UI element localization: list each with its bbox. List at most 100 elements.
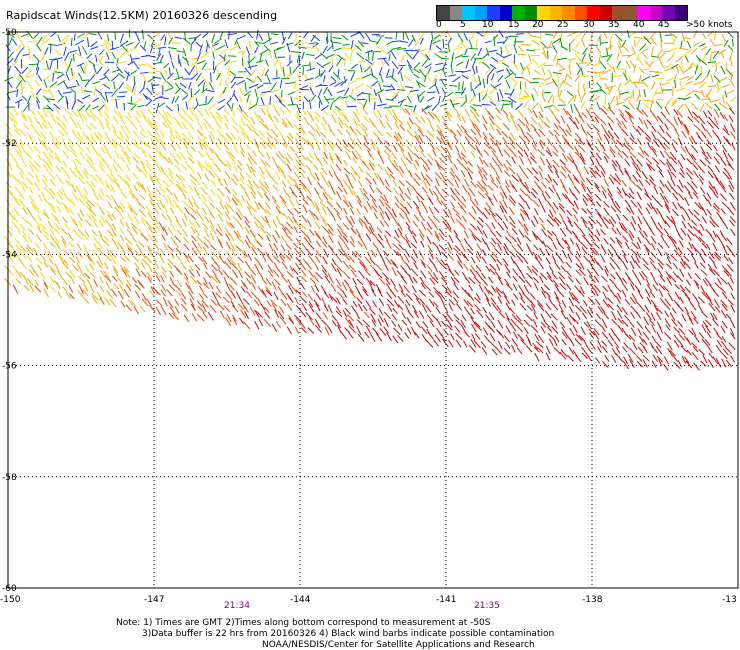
wind-barb xyxy=(336,213,342,220)
wind-barb xyxy=(463,230,469,239)
wind-barb xyxy=(30,123,36,130)
wind-barb xyxy=(138,282,145,289)
wind-barb xyxy=(234,37,239,46)
wind-barb xyxy=(700,46,708,51)
wind-barb xyxy=(487,110,494,120)
wind-barb xyxy=(594,165,600,172)
wind-barb xyxy=(442,338,449,348)
longitude-label: -147 xyxy=(144,595,164,605)
wind-barb xyxy=(230,290,236,299)
wind-barb xyxy=(112,275,118,282)
wind-barb xyxy=(504,264,511,273)
wind-barb xyxy=(625,69,627,77)
wind-barb xyxy=(686,337,692,346)
wind-barb xyxy=(578,139,585,146)
wind-barb xyxy=(648,227,655,236)
wind-barb xyxy=(177,204,184,214)
wind-barb xyxy=(406,317,412,325)
wind-barb xyxy=(271,281,277,290)
wind-barb xyxy=(513,123,519,132)
wind-barb xyxy=(393,299,400,308)
wind-barb xyxy=(37,193,43,202)
wind-barb xyxy=(608,333,615,341)
wind-barb xyxy=(49,81,58,88)
wind-barb xyxy=(229,138,236,146)
wind-barb xyxy=(300,309,307,318)
wind-barb xyxy=(688,208,694,216)
wind-barb xyxy=(705,93,712,103)
wind-barb xyxy=(174,36,183,39)
wind-barb xyxy=(319,52,328,60)
wind-barb xyxy=(545,352,551,361)
wind-barb xyxy=(287,174,295,182)
wind-barb xyxy=(501,130,509,139)
wind-barb xyxy=(706,208,712,216)
wind-barb xyxy=(702,354,708,364)
wind-barb xyxy=(40,254,47,262)
wind-barb xyxy=(541,181,547,189)
wind-barb xyxy=(574,116,580,124)
wind-barb xyxy=(483,149,490,156)
wind-barb xyxy=(699,103,705,112)
wind-barb xyxy=(70,37,73,47)
wind-barb xyxy=(120,125,126,132)
wind-barb xyxy=(151,32,160,40)
wind-barb xyxy=(202,246,209,256)
wind-barb xyxy=(460,320,466,328)
wind-barb xyxy=(645,179,651,186)
wind-barb xyxy=(601,346,608,354)
wind-barb xyxy=(116,61,126,65)
wind-barb xyxy=(98,49,105,56)
wind-barb xyxy=(21,66,29,75)
wind-barb xyxy=(120,156,126,163)
wind-barb xyxy=(498,149,504,157)
wind-barb xyxy=(393,327,401,335)
wind-barb xyxy=(336,57,343,67)
wind-barb xyxy=(65,61,69,69)
wind-barb xyxy=(412,220,419,228)
wind-barb xyxy=(628,206,635,215)
wind-barb xyxy=(252,150,257,157)
wind-barb xyxy=(580,326,586,336)
wind-barb xyxy=(49,284,56,293)
wind-barb xyxy=(501,99,511,102)
wind-barb xyxy=(246,277,252,285)
wind-barb xyxy=(216,44,226,51)
wind-barb xyxy=(482,212,488,220)
wind-barb xyxy=(85,110,91,118)
wind-barb xyxy=(197,172,202,180)
wind-barb xyxy=(470,32,475,40)
wind-barb xyxy=(624,298,631,306)
wind-barb xyxy=(426,130,435,138)
wind-barb xyxy=(385,207,392,215)
wind-barb xyxy=(330,107,338,116)
wind-barb xyxy=(125,138,131,146)
wind-barb xyxy=(435,146,442,153)
wind-barb xyxy=(165,105,173,112)
wind-barb xyxy=(72,54,75,62)
wind-barb xyxy=(316,62,325,69)
wind-barb xyxy=(515,33,524,35)
wind-barb xyxy=(384,179,390,188)
wind-barb xyxy=(12,157,19,165)
wind-barb xyxy=(197,79,205,87)
wind-barb xyxy=(16,179,23,185)
wind-barb xyxy=(176,229,182,236)
wind-barb xyxy=(455,339,462,348)
wind-barb xyxy=(594,319,602,327)
wind-barb xyxy=(599,164,606,174)
latitude-label: -54 xyxy=(2,250,17,260)
wind-barb xyxy=(63,108,72,116)
wind-barb xyxy=(21,95,28,102)
wind-barb xyxy=(230,45,239,51)
wind-barb xyxy=(286,221,294,230)
wind-barb xyxy=(638,179,644,187)
wind-barb xyxy=(248,55,251,64)
wind-barb xyxy=(190,235,197,242)
wind-barb xyxy=(249,56,256,63)
wind-barb xyxy=(219,79,222,87)
wind-barb xyxy=(432,215,440,223)
wind-barb xyxy=(391,109,398,119)
footnote-line-3: NOAA/NESDIS/Center for Satellite Applica… xyxy=(262,640,535,650)
wind-barb xyxy=(545,257,551,265)
